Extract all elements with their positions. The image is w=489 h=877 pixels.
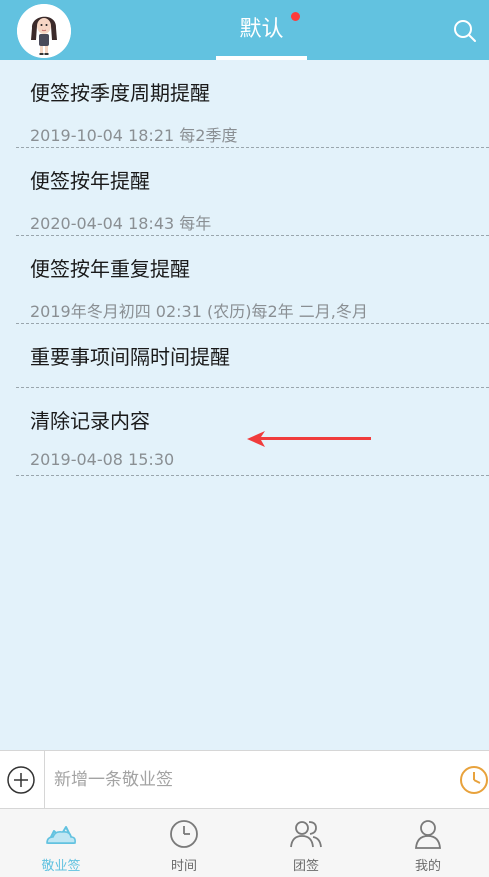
bottom-nav: 敬业签 时间 团签 我的: [0, 809, 489, 877]
avatar-girl-icon: [17, 4, 71, 58]
cloud-home-icon: [46, 826, 76, 844]
user-icon: [415, 820, 441, 849]
item-title: 便签按年重复提醒: [30, 257, 190, 281]
item-title: 清除记录内容: [30, 409, 150, 433]
item-subtitle: 2019年冬月初四 02:31 (农历)每2年 二月,冬月: [30, 302, 368, 321]
nav-label: 时间: [170, 859, 197, 874]
plus-circle-icon: [7, 766, 35, 794]
reminder-time-button[interactable]: [459, 765, 489, 795]
list-item[interactable]: 便签按季度周期提醒 2019-10-04 18:21 每2季度: [16, 60, 489, 148]
nav-label: 我的: [414, 859, 441, 874]
list-item[interactable]: 重要事项间隔时间提醒: [16, 324, 489, 388]
top-header: 默认: [0, 0, 489, 60]
add-button[interactable]: [6, 765, 36, 795]
list-item[interactable]: 便签按年重复提醒 2019年冬月初四 02:31 (农历)每2年 二月,冬月: [16, 236, 489, 324]
item-title: 便签按季度周期提醒: [30, 81, 210, 105]
group-icon: [290, 821, 322, 848]
search-button[interactable]: [452, 18, 478, 44]
page-title[interactable]: 默认: [216, 0, 307, 60]
item-subtitle: 2019-10-04 18:21 每2季度: [30, 126, 238, 145]
nav-item-team[interactable]: 团签: [245, 809, 367, 877]
clock-icon: [460, 766, 488, 794]
nav-label: 敬业签: [41, 859, 81, 874]
notification-dot: [291, 12, 300, 21]
item-subtitle: 2019-04-08 15:30: [30, 450, 175, 469]
nav-item-mine[interactable]: 我的: [367, 809, 489, 877]
list-item[interactable]: 便签按年提醒 2020-04-04 18:43 每年: [16, 148, 489, 236]
item-title: 便签按年提醒: [30, 169, 150, 193]
item-title: 重要事项间隔时间提醒: [30, 345, 230, 369]
input-divider: [44, 751, 45, 808]
nav-label: 团签: [292, 859, 319, 874]
nav-item-jingyeqian[interactable]: 敬业签: [0, 809, 122, 877]
nav-item-time[interactable]: 时间: [123, 809, 245, 877]
new-note-bar: [0, 750, 489, 809]
new-note-input[interactable]: [52, 763, 446, 797]
item-subtitle: 2020-04-04 18:43 每年: [30, 214, 212, 233]
user-avatar[interactable]: [17, 4, 71, 58]
clock-icon: [170, 820, 198, 848]
search-icon: [454, 20, 476, 42]
annotation-arrow: [247, 431, 371, 447]
